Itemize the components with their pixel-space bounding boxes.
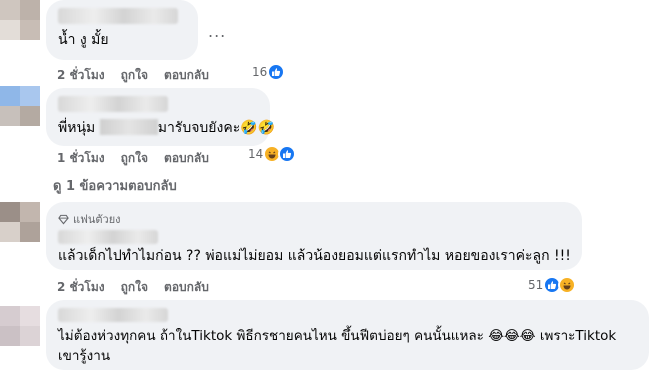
comment-text: พี่หนุ่ม มารับจบยังคะ🤣🤣 [58,118,275,138]
reaction-count: 14 [248,147,264,161]
avatar[interactable] [0,86,40,126]
reply-button[interactable]: ตอบกลับ [164,66,209,85]
author-name-blurred[interactable] [58,230,158,244]
timestamp[interactable]: 2 ชั่วโมง [57,278,105,297]
avatar[interactable] [0,0,40,40]
comment-actions: 2 ชั่วโมง ถูกใจ ตอบกลับ [57,278,209,297]
like-reaction-icon [278,145,297,163]
like-button[interactable]: ถูกใจ [121,149,148,168]
comment-text: แล้วเด็กไปทำไมก่อน ?? พ่อแม่ไม่ยอม แล้วน… [58,248,571,264]
comment-bubble: แฟนตัวยง แล้วเด็กไปทำไมก่อน ?? พ่อแม่ไม่… [46,202,582,270]
like-reaction-icon [267,63,286,81]
badge-label: แฟนตัวยง [73,213,121,226]
reaction-count: 16 [252,65,268,79]
comment-bubble: ไม่ต้องห่วงทุกคน ถ้าในTiktok พิธีกรชายคน… [46,300,649,370]
comment-bubble: พี่หนุ่ม มารับจบยังคะ🤣🤣 [46,88,275,146]
comment-2: พี่หนุ่ม มารับจบยังคะ🤣🤣 1 ชั่วโมง ถูกใจ … [0,86,660,176]
comment-4: ไม่ต้องห่วงทุกคน ถ้าในTiktok พิธีกรชายคน… [0,300,660,372]
reaction-count: 51 [528,278,544,292]
comment-actions: 1 ชั่วโมง ถูกใจ ตอบกลับ [57,149,209,168]
reply-button[interactable]: ตอบกลับ [164,149,209,168]
view-replies-label: ดู 1 ข้อความตอบกลับ [53,179,177,194]
comment-actions: 2 ชั่วโมง ถูกใจ ตอบกลับ [57,66,209,85]
comment-text-suffix: มารับจบยังคะ🤣🤣 [157,120,276,136]
timestamp[interactable]: 2 ชั่วโมง [57,66,105,85]
reaction-summary[interactable]: 16 [252,63,286,81]
mention-blurred[interactable] [99,119,158,135]
comment-3: แฟนตัวยง แล้วเด็กไปทำไมก่อน ?? พ่อแม่ไม่… [0,200,660,300]
comment-1: น้ำ งู มั้ย ... 2 ชั่วโมง ถูกใจ ตอบกลับ … [0,0,660,90]
avatar[interactable] [0,306,40,346]
reaction-summary[interactable]: 14 [248,145,297,163]
comment-text: น้ำ งู มั้ย [58,32,109,48]
reply-button[interactable]: ตอบกลับ [164,278,209,297]
like-button[interactable]: ถูกใจ [121,278,148,297]
comment-text-line-1: ไม่ต้องห่วงทุกคน ถ้าในTiktok พิธีกรชายคน… [58,328,617,344]
author-name-blurred[interactable] [58,96,168,112]
author-name-blurred[interactable] [58,8,178,24]
comment-text-prefix: พี่หนุ่ม [58,120,96,136]
avatar[interactable] [0,202,40,242]
more-options-icon[interactable]: ... [208,22,226,41]
timestamp[interactable]: 1 ชั่วโมง [57,149,105,168]
comment-text-line-2: เขารู้งาน [58,348,111,364]
reaction-summary[interactable]: 51 [528,276,577,294]
diamond-icon [58,214,69,224]
like-button[interactable]: ถูกใจ [121,66,148,85]
haha-reaction-icon [558,276,577,294]
top-fan-badge[interactable]: แฟนตัวยง [58,210,570,228]
author-name-blurred[interactable] [58,308,168,322]
comment-bubble: น้ำ งู มั้ย [46,0,198,60]
view-replies-link[interactable]: ดู 1 ข้อความตอบกลับ [53,175,177,196]
